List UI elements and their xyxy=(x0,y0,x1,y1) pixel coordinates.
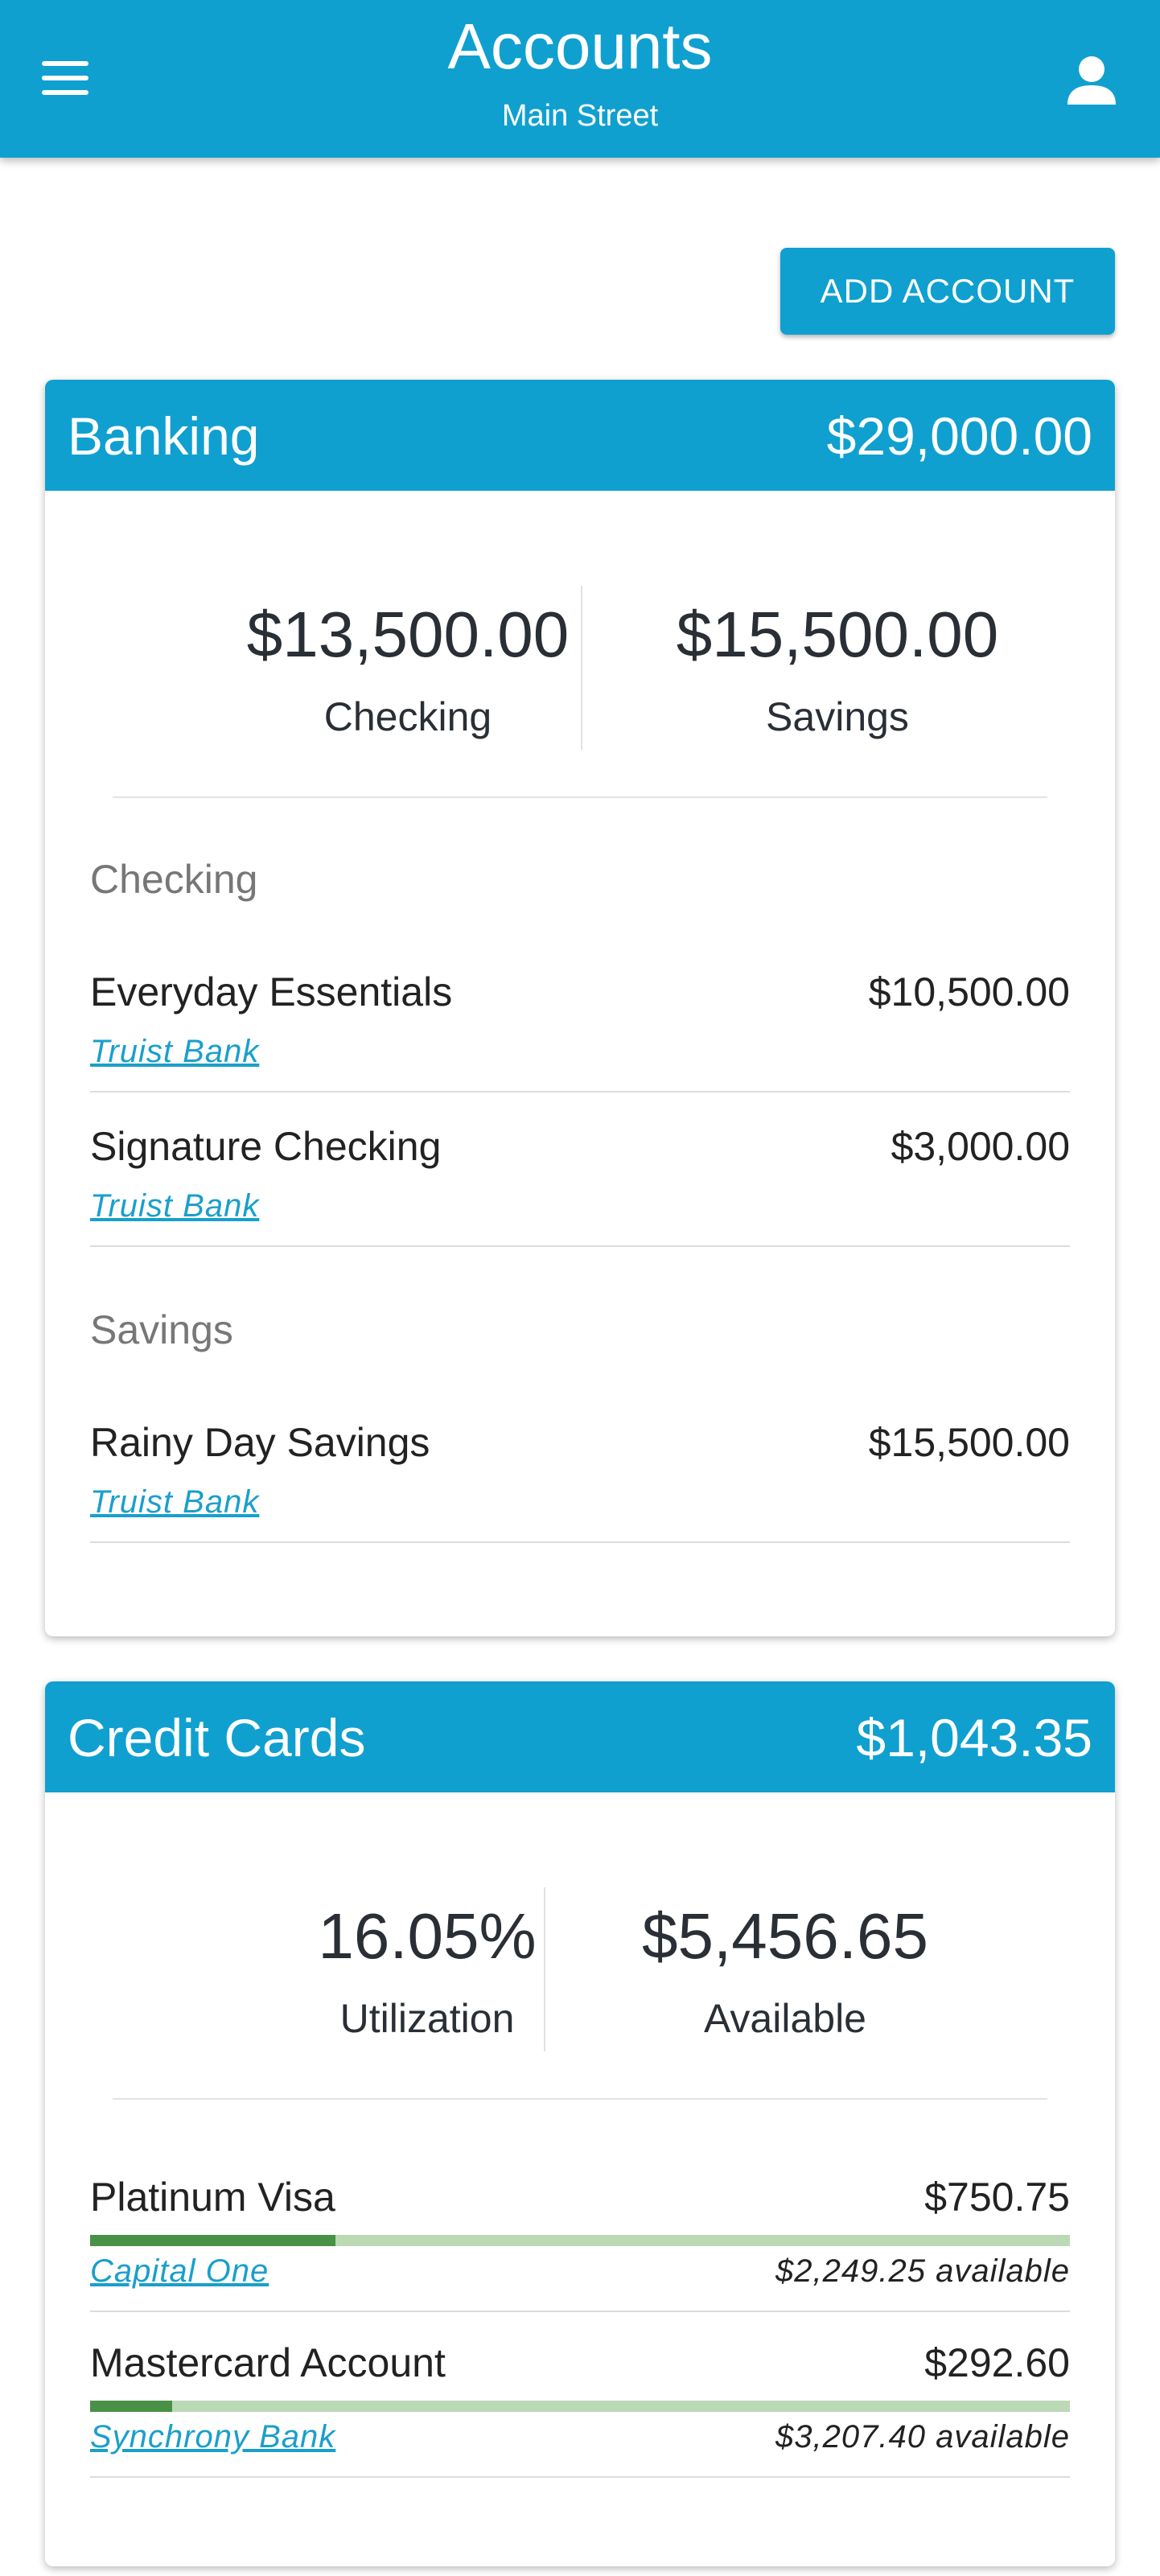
row-divider xyxy=(90,2476,1070,2478)
summary-divider xyxy=(581,586,582,750)
banking-card: Banking $29,000.00 $13,500.00 Checking $… xyxy=(45,380,1115,1636)
card-balance: $750.75 xyxy=(924,2175,1070,2220)
available-credit: $3,207.40 available xyxy=(775,2419,1070,2455)
user-account-icon[interactable] xyxy=(1060,51,1123,108)
bank-link[interactable]: Synchrony Bank xyxy=(90,2418,335,2455)
summary-separator xyxy=(113,2098,1047,2100)
credit-cards-card-header[interactable]: Credit Cards $1,043.35 xyxy=(45,1681,1115,1792)
utilization-bar-fill xyxy=(90,2401,172,2412)
section-label-savings: Savings xyxy=(90,1307,233,1352)
row-divider xyxy=(90,1245,1070,1247)
account-name[interactable]: Everyday Essentials xyxy=(90,969,452,1015)
bank-link[interactable]: Truist Bank xyxy=(90,1483,259,1520)
row-divider xyxy=(90,2311,1070,2312)
checking-total-value: $13,500.00 xyxy=(246,599,570,670)
card-balance: $292.60 xyxy=(924,2340,1070,2385)
utilization-bar xyxy=(90,2401,1070,2412)
bank-link[interactable]: Truist Bank xyxy=(90,1033,259,1070)
banking-card-header[interactable]: Banking $29,000.00 xyxy=(45,380,1115,491)
add-account-button[interactable]: ADD ACCOUNT xyxy=(780,248,1115,335)
available-credit-value: $5,456.65 xyxy=(642,1900,928,1972)
page-subtitle: Main Street xyxy=(501,99,659,133)
credit-cards-card: Credit Cards $1,043.35 16.05% Utilizatio… xyxy=(45,1681,1115,2566)
banking-card-title: Banking xyxy=(68,406,260,466)
row-divider xyxy=(90,1091,1070,1093)
account-name[interactable]: Signature Checking xyxy=(90,1123,441,1170)
card-name[interactable]: Mastercard Account xyxy=(90,2339,446,2386)
available-credit: $2,249.25 available xyxy=(775,2253,1070,2289)
account-name[interactable]: Rainy Day Savings xyxy=(90,1419,430,1466)
checking-total-label: Checking xyxy=(323,694,492,739)
bank-link[interactable]: Truist Bank xyxy=(90,1187,259,1224)
summary-separator xyxy=(113,796,1047,798)
credit-cards-card-title: Credit Cards xyxy=(68,1708,366,1767)
banking-card-total: $29,000.00 xyxy=(826,406,1092,466)
utilization-bar-fill xyxy=(90,2235,335,2246)
account-balance: $10,500.00 xyxy=(868,969,1070,1014)
page-title: Accounts xyxy=(447,10,713,82)
savings-total-label: Savings xyxy=(766,694,909,739)
credit-cards-card-total: $1,043.35 xyxy=(856,1708,1092,1767)
account-balance: $3,000.00 xyxy=(891,1124,1070,1169)
app-bar: Accounts Main Street xyxy=(0,0,1160,158)
savings-total-value: $15,500.00 xyxy=(676,599,999,670)
card-name[interactable]: Platinum Visa xyxy=(90,2174,335,2220)
row-divider xyxy=(90,1541,1070,1543)
account-balance: $15,500.00 xyxy=(868,1420,1070,1465)
summary-divider xyxy=(544,1887,545,2051)
section-label-checking: Checking xyxy=(90,857,258,902)
available-credit-label: Available xyxy=(703,1996,866,2041)
utilization-bar xyxy=(90,2235,1070,2246)
bank-link[interactable]: Capital One xyxy=(90,2253,269,2290)
